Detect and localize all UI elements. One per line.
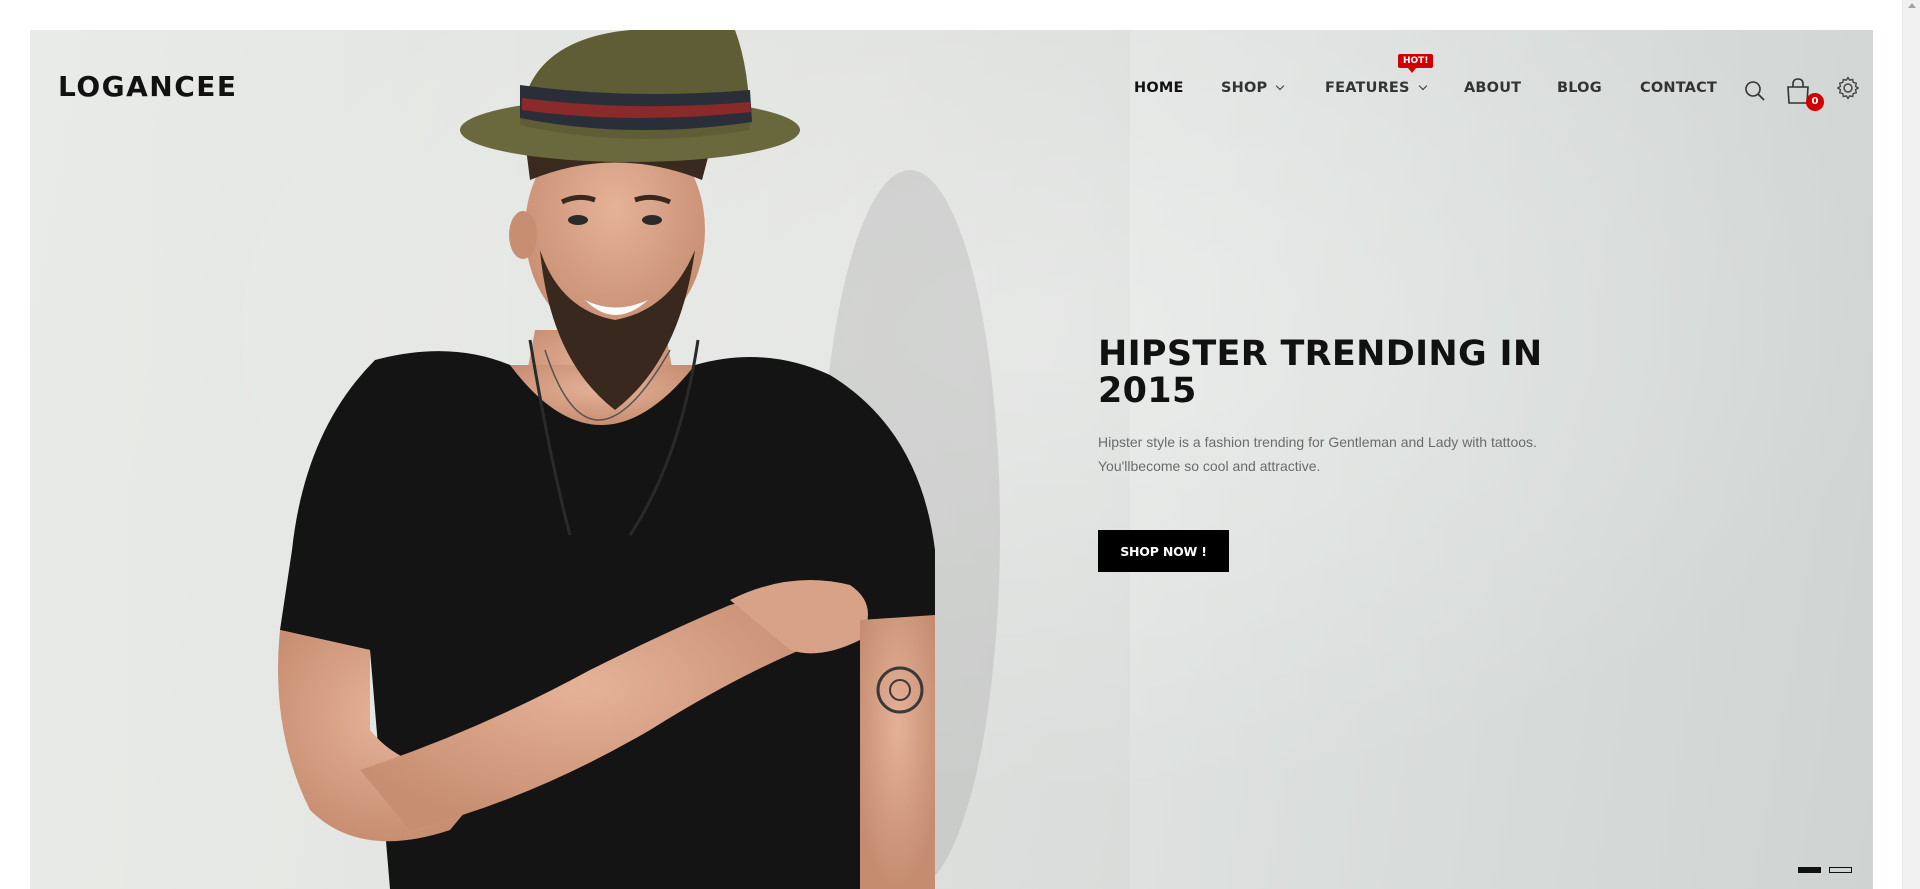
hero-model-image: [30, 30, 1130, 889]
nav-contact[interactable]: CONTACT: [1640, 80, 1717, 96]
slide-title: HIPSTER TRENDING IN 2015: [1098, 334, 1543, 411]
slider-dot-2[interactable]: [1829, 867, 1852, 873]
chevron-down-icon: [1276, 81, 1285, 90]
nav-shop[interactable]: SHOP: [1221, 80, 1285, 96]
nav-about[interactable]: ABOUT: [1464, 80, 1521, 96]
gear-icon: [1837, 76, 1859, 100]
settings-button[interactable]: [1836, 76, 1860, 100]
shop-now-button[interactable]: SHOP NOW !: [1098, 530, 1229, 572]
nav-blog-label: BLOG: [1557, 80, 1602, 96]
hero-slider: [30, 30, 1873, 889]
nav-blog[interactable]: BLOG: [1557, 80, 1602, 96]
chevron-down-icon: [1418, 81, 1427, 90]
brand-logo[interactable]: LOGANCEE: [58, 70, 238, 103]
slider-dot-1[interactable]: [1798, 867, 1821, 873]
cart-count-badge: 0: [1806, 93, 1824, 111]
nav-features-label: FEATURES: [1325, 80, 1410, 96]
hot-badge: HOT!: [1398, 54, 1434, 73]
scroll-up-arrow-icon[interactable]: [1908, 3, 1916, 8]
search-icon: [1745, 81, 1765, 101]
nav-about-label: ABOUT: [1464, 80, 1522, 96]
nav-contact-label: CONTACT: [1640, 80, 1718, 96]
page-scrollbar[interactable]: [1902, 0, 1920, 889]
nav-home-label: HOME: [1134, 80, 1184, 96]
nav-features[interactable]: FEATURES: [1325, 80, 1427, 96]
nav-shop-label: SHOP: [1221, 80, 1268, 96]
nav-home[interactable]: HOME: [1134, 80, 1184, 96]
search-button[interactable]: [1744, 80, 1766, 102]
slide-description: Hipster style is a fashion trending for …: [1098, 434, 1537, 474]
